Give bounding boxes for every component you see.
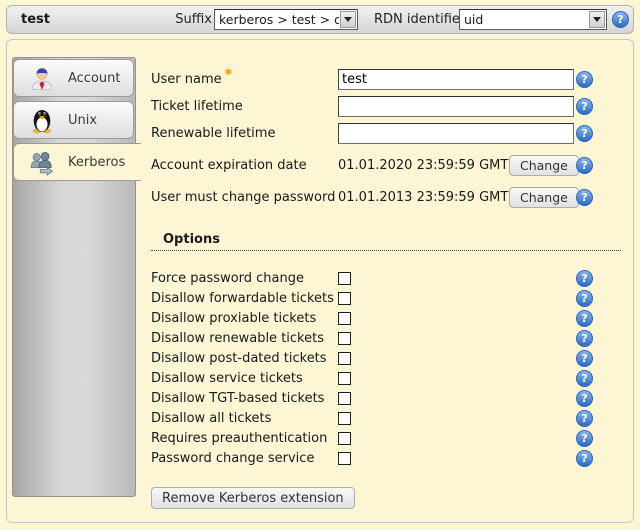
kerberos-group-icon: [28, 148, 56, 176]
disallow-forwardable-tickets-checkbox[interactable]: [338, 292, 351, 305]
account-expiration-value: 01.01.2020 23:59:59 GMT: [338, 158, 509, 173]
rdn-identifier-label: RDN identifier: [374, 6, 465, 33]
help-icon[interactable]: ?: [576, 98, 593, 115]
option-label: Disallow service tickets: [151, 371, 338, 386]
header-bar: test Suffix kerberos > test > de RDN ide…: [6, 5, 634, 34]
help-icon[interactable]: ?: [576, 125, 593, 142]
option-label: Disallow renewable tickets: [151, 331, 338, 346]
option-label: Password change service: [151, 451, 338, 466]
help-icon[interactable]: ?: [576, 71, 593, 88]
help-icon[interactable]: ?: [576, 390, 593, 407]
option-label: Disallow post-dated tickets: [151, 351, 338, 366]
disallow-post-dated-tickets-checkbox[interactable]: [338, 352, 351, 365]
help-icon[interactable]: ?: [576, 370, 593, 387]
option-label: Disallow forwardable tickets: [151, 291, 338, 306]
option-label: Requires preauthentication: [151, 431, 338, 446]
help-icon[interactable]: ?: [576, 157, 593, 174]
chevron-down-icon[interactable]: [589, 11, 605, 28]
password-change-value: 01.01.2013 23:59:59 GMT: [338, 190, 509, 205]
tux-penguin-icon: [28, 106, 56, 134]
option-label: Disallow proxiable tickets: [151, 311, 338, 326]
help-icon[interactable]: ?: [576, 350, 593, 367]
account-user-icon: [28, 64, 56, 92]
ticket-lifetime-input[interactable]: [338, 96, 574, 117]
account-title: test: [21, 6, 50, 33]
tab-label: Kerberos: [68, 155, 125, 170]
help-icon[interactable]: ?: [576, 290, 593, 307]
option-row: Disallow renewable tickets ?: [151, 328, 621, 348]
tab-account[interactable]: Account: [13, 59, 134, 97]
change-password-date-button[interactable]: Change: [509, 187, 579, 208]
option-row: Requires preauthentication ?: [151, 428, 621, 448]
user-name-label: User name*: [151, 71, 338, 87]
option-row: Password change service ?: [151, 448, 621, 468]
help-icon[interactable]: ?: [576, 450, 593, 467]
suffix-label: Suffix: [152, 6, 212, 33]
disallow-tgt-based-tickets-checkbox[interactable]: [338, 392, 351, 405]
option-row: Disallow all tickets ?: [151, 408, 621, 428]
disallow-all-tickets-checkbox[interactable]: [338, 412, 351, 425]
password-change-label: User must change password: [151, 190, 338, 205]
tab-label: Account: [68, 71, 121, 86]
option-row: Disallow TGT-based tickets ?: [151, 388, 621, 408]
change-expiration-button[interactable]: Change: [509, 155, 579, 176]
option-row: Disallow service tickets ?: [151, 368, 621, 388]
help-icon[interactable]: ?: [612, 11, 629, 28]
tab-unix[interactable]: Unix: [13, 101, 134, 139]
remove-kerberos-extension-button[interactable]: Remove Kerberos extension: [151, 487, 355, 509]
disallow-service-tickets-checkbox[interactable]: [338, 372, 351, 385]
option-row: Force password change ?: [151, 268, 621, 288]
requires-preauthentication-checkbox[interactable]: [338, 432, 351, 445]
user-name-input[interactable]: [338, 69, 574, 90]
rdn-selected-value: uid: [460, 12, 588, 27]
field-row-password-change-date: User must change password 01.01.2013 23:…: [151, 185, 621, 209]
help-icon[interactable]: ?: [576, 270, 593, 287]
options-heading: Options: [151, 232, 621, 251]
field-row-renewable-lifetime: Renewable lifetime ?: [151, 121, 621, 145]
option-label: Force password change: [151, 271, 338, 286]
field-row-account-expiration: Account expiration date 01.01.2020 23:59…: [151, 153, 621, 177]
required-marker: *: [225, 67, 232, 83]
chevron-down-icon[interactable]: [340, 11, 356, 28]
option-row: Disallow post-dated tickets ?: [151, 348, 621, 368]
help-icon[interactable]: ?: [576, 410, 593, 427]
force-password-change-checkbox[interactable]: [338, 272, 351, 285]
help-icon[interactable]: ?: [576, 430, 593, 447]
account-edit-panel: Account Unix Kerberos: [6, 39, 634, 523]
help-icon[interactable]: ?: [576, 189, 593, 206]
rdn-identifier-select[interactable]: uid: [459, 9, 607, 30]
field-row-user-name: User name* ?: [151, 67, 621, 91]
renewable-lifetime-label: Renewable lifetime: [151, 126, 338, 141]
password-change-service-checkbox[interactable]: [338, 452, 351, 465]
account-expiration-label: Account expiration date: [151, 158, 338, 173]
tab-label: Unix: [68, 113, 97, 128]
disallow-renewable-tickets-checkbox[interactable]: [338, 332, 351, 345]
renewable-lifetime-input[interactable]: [338, 123, 574, 144]
disallow-proxiable-tickets-checkbox[interactable]: [338, 312, 351, 325]
option-row: Disallow forwardable tickets ?: [151, 288, 621, 308]
ticket-lifetime-label: Ticket lifetime: [151, 99, 338, 114]
option-label: Disallow TGT-based tickets: [151, 391, 338, 406]
suffix-selected-value: kerberos > test > de: [215, 12, 339, 27]
option-row: Disallow proxiable tickets ?: [151, 308, 621, 328]
field-row-ticket-lifetime: Ticket lifetime ?: [151, 94, 621, 118]
option-label: Disallow all tickets: [151, 411, 338, 426]
help-icon[interactable]: ?: [576, 330, 593, 347]
help-icon[interactable]: ?: [576, 310, 593, 327]
suffix-select[interactable]: kerberos > test > de: [214, 9, 358, 30]
tab-kerberos[interactable]: Kerberos: [13, 143, 141, 181]
